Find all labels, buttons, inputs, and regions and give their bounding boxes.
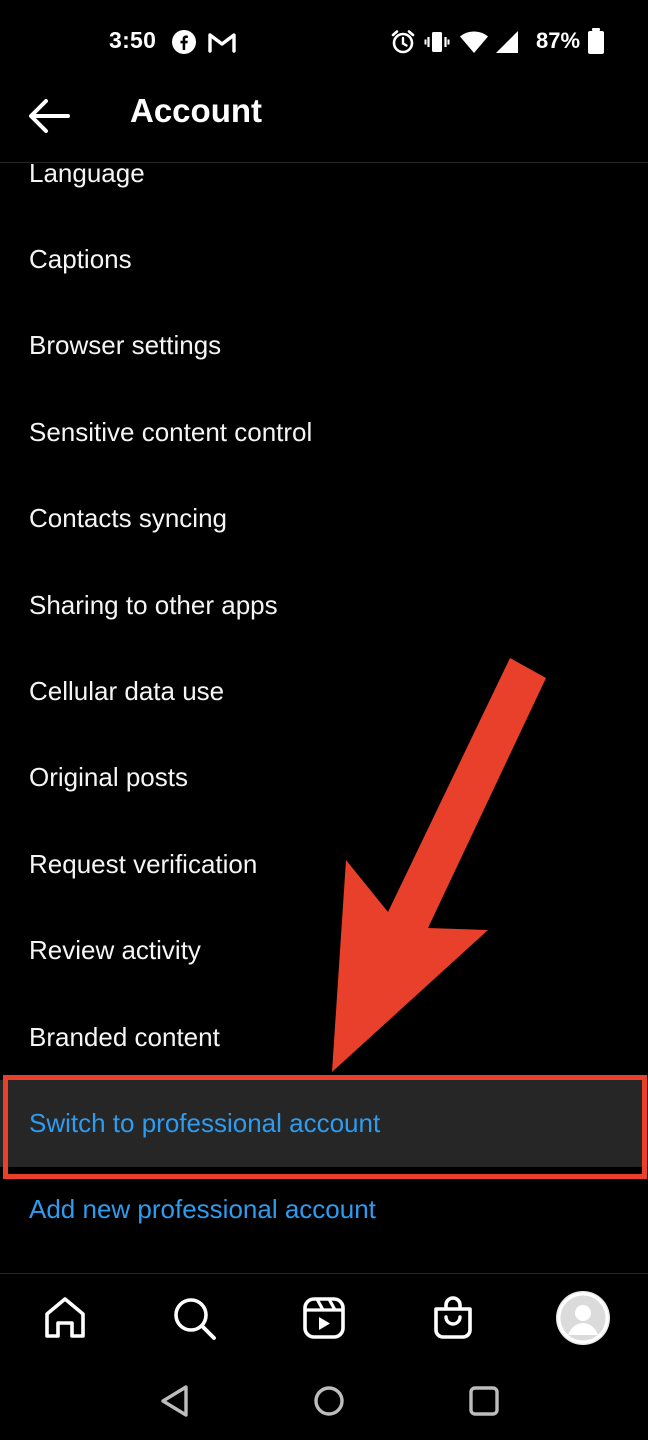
back-triangle-icon[interactable] [153, 1379, 197, 1423]
settings-item-branded-content[interactable]: Branded content [0, 994, 648, 1080]
facebook-icon [172, 30, 196, 54]
switch-to-professional-account-button[interactable]: Switch to professional account [0, 1080, 648, 1167]
reels-icon[interactable] [296, 1290, 352, 1346]
settings-item-request-verification[interactable]: Request verification [0, 821, 648, 907]
settings-item-captions[interactable]: Captions [0, 216, 648, 302]
vibrate-icon [424, 32, 450, 52]
settings-list: Language Captions Browser settings Sensi… [0, 130, 648, 1253]
settings-item-language[interactable]: Language [0, 130, 648, 216]
battery-percent: 87% [536, 28, 581, 53]
bottom-nav [0, 1273, 648, 1364]
search-icon[interactable] [166, 1290, 222, 1346]
home-circle-icon[interactable] [307, 1379, 351, 1423]
settings-item-original-posts[interactable]: Original posts [0, 735, 648, 821]
add-new-professional-account-button[interactable]: Add new professional account [0, 1167, 648, 1253]
profile-avatar[interactable] [556, 1291, 610, 1345]
settings-item-cellular-data-use[interactable]: Cellular data use [0, 648, 648, 734]
status-time: 3:50 [109, 27, 157, 53]
alarm-icon [391, 30, 415, 54]
system-nav [0, 1363, 648, 1440]
settings-item-sensitive-content-control[interactable]: Sensitive content control [0, 389, 648, 475]
battery-icon [588, 28, 604, 54]
settings-item-browser-settings[interactable]: Browser settings [0, 303, 648, 389]
avatar-person-icon [557, 1292, 609, 1344]
page-title: Account [130, 92, 262, 129]
shop-icon[interactable] [425, 1290, 481, 1346]
signal-icon [496, 31, 518, 53]
home-icon[interactable] [37, 1290, 93, 1346]
wifi-icon [460, 31, 488, 53]
recents-square-icon[interactable] [462, 1379, 506, 1423]
settings-item-review-activity[interactable]: Review activity [0, 908, 648, 994]
status-bar: 3:50 87% [0, 0, 648, 84]
settings-item-sharing-to-other-apps[interactable]: Sharing to other apps [0, 562, 648, 648]
gmail-icon [208, 33, 236, 53]
settings-item-contacts-syncing[interactable]: Contacts syncing [0, 476, 648, 562]
